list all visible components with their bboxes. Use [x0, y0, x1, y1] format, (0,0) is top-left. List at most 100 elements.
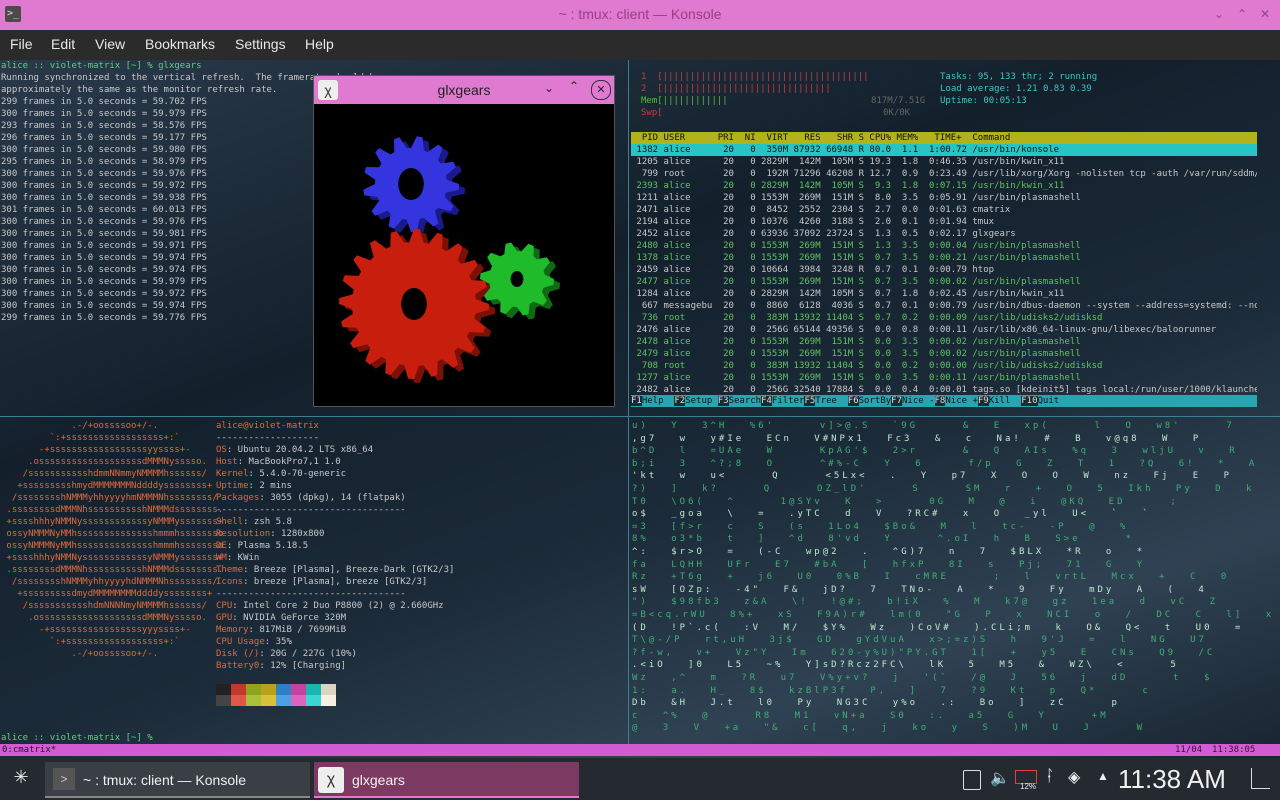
- task-label: glxgears: [352, 772, 405, 788]
- close-icon[interactable]: ✕: [591, 80, 611, 100]
- menu-edit[interactable]: Edit: [51, 36, 75, 52]
- pane-divider[interactable]: [0, 416, 628, 417]
- menu-view[interactable]: View: [95, 36, 125, 52]
- bluetooth-icon[interactable]: ᛛ: [1045, 768, 1055, 786]
- process-row[interactable]: 2452 alice 20 0 63936 37092 23724 S 1.3 …: [631, 228, 1257, 240]
- fkey-f8[interactable]: F8: [934, 396, 946, 406]
- terminal-area[interactable]: alice :: violet-matrix [~] % glxgears Ru…: [0, 60, 1280, 758]
- process-row[interactable]: 2471 alice 20 0 8452 2552 2304 S 2.7 0.0…: [631, 204, 1257, 216]
- minimize-icon[interactable]: ⌄: [1210, 5, 1228, 23]
- fkey-f1[interactable]: F1: [631, 396, 642, 406]
- neofetch-separator: -------------------: [216, 433, 319, 443]
- process-row[interactable]: 799 root 20 0 192M 71296 46208 R 12.7 0.…: [631, 168, 1257, 180]
- process-row[interactable]: 2480 alice 20 0 1553M 269M 151M S 1.3 3.…: [631, 240, 1257, 252]
- fkey-f2[interactable]: F2: [674, 396, 686, 406]
- x11-icon: χ: [318, 767, 344, 793]
- matrix-line: ?f-w, v+ Vz"Y Im 620-y%U)"PY.GT 1[ + y5 …: [632, 647, 1216, 658]
- process-row[interactable]: 667 messagebu 20 0 8860 6128 4036 S 0.7 …: [631, 300, 1257, 312]
- matrix-line: u) Y 3^H %6' v]>@.S `9G & E xp( l O w8' …: [632, 421, 1235, 431]
- matrix-line: ,g7 w y#Ie ECn V#NPx1 Fc3 & c Na! # B v@…: [632, 433, 1202, 444]
- process-table-header[interactable]: PID USER PRI NI VIRT RES SHR S CPU% MEM%…: [631, 132, 1257, 144]
- fkey-f3[interactable]: F3: [717, 396, 729, 406]
- process-row[interactable]: 2194 alice 20 0 10376 4260 3188 S 2.0 0.…: [631, 216, 1257, 228]
- logo-line: +sssssssssdmydMMMMMMMMddddyssssssss+: [1, 589, 213, 599]
- process-row[interactable]: 2478 alice 20 0 1553M 269M 151M S 0.0 3.…: [631, 336, 1257, 348]
- process-row[interactable]: 1205 alice 20 0 2829M 142M 105M S 19.3 1…: [631, 156, 1257, 168]
- fkey-f9[interactable]: F9: [977, 396, 989, 406]
- close-icon[interactable]: ✕: [1256, 5, 1274, 23]
- maximize-icon[interactable]: ⌃: [569, 79, 579, 93]
- process-row[interactable]: 2393 alice 20 0 2829M 142M 105M S 9.3 1.…: [631, 180, 1257, 192]
- pane-divider[interactable]: [628, 60, 629, 744]
- info-value: : 2 mins: [248, 481, 292, 491]
- task-konsole[interactable]: > ~ : tmux: client — Konsole: [45, 762, 310, 798]
- taskbar: ✳ > ~ : tmux: client — Konsole χ glxgear…: [0, 758, 1280, 800]
- fps-line: 295 frames in 5.0 seconds = 58.979 FPS: [1, 157, 207, 167]
- palette-swatch: [276, 695, 291, 706]
- htop-function-keys[interactable]: F1Help F2Setup F3SearchF4FilterF5Tree F6…: [631, 395, 1257, 407]
- logo-line: `:+ssssssssssssssssss+:`: [1, 433, 180, 443]
- process-row[interactable]: 2459 alice 20 0 10664 3984 3248 R 0.7 0.…: [631, 264, 1257, 276]
- process-row[interactable]: 2476 alice 20 0 256G 65144 49356 S 0.0 0…: [631, 324, 1257, 336]
- matrix-line: o$ _goa \ = .yTC d V ?RC# x O _yl U< ` `: [632, 509, 1151, 520]
- volume-icon[interactable]: 🔈: [990, 768, 1010, 788]
- glxgears-window[interactable]: χ glxgears ⌄ ⌃ ✕: [313, 75, 615, 407]
- menu-file[interactable]: File: [10, 36, 33, 52]
- info-row: GPU: NVIDIA GeForce 320M: [216, 612, 346, 624]
- fkey-f5[interactable]: F5: [804, 396, 816, 406]
- menu-bookmarks[interactable]: Bookmarks: [145, 36, 215, 52]
- neofetch-prompt[interactable]: alice :: violet-matrix [~] %: [1, 732, 153, 744]
- palette-swatch: [216, 695, 231, 706]
- matrix-line: Db &H J.t l0 Py NG3C y%o .: Bo ] zC p: [632, 698, 1120, 709]
- pane-divider[interactable]: [629, 416, 1280, 417]
- maximize-icon[interactable]: ⌃: [1233, 5, 1251, 23]
- fkey-f4[interactable]: F4: [761, 396, 772, 406]
- process-row[interactable]: 708 root 20 0 383M 13932 11404 S 0.0 0.2…: [631, 360, 1257, 372]
- menu-help[interactable]: Help: [305, 36, 334, 52]
- cmatrix-pane[interactable]: u) Y 3^H %6' v]>@.S `9G & E xp( l O w8' …: [632, 420, 1278, 744]
- matrix-line: c ^% @ R8 M1 vN+a S0 :. a5 G Y +M: [632, 710, 1109, 721]
- process-row[interactable]: 1378 alice 20 0 1553M 269M 151M S 0.7 3.…: [631, 252, 1257, 264]
- info-value: : Intel Core 2 Duo P8800 (2) @ 2.660GHz: [232, 601, 444, 611]
- fps-line: 300 frames in 5.0 seconds = 59.938 FPS: [1, 193, 207, 203]
- process-row[interactable]: 1382 alice 20 0 350M 87932 66948 R 80.0 …: [631, 144, 1257, 156]
- fkey-f10[interactable]: F10: [1021, 396, 1038, 406]
- palette-swatch: [321, 684, 336, 695]
- tray-expand-icon[interactable]: ▲: [1097, 769, 1109, 783]
- process-row[interactable]: 736 root 20 0 383M 13932 11404 S 0.7 0.2…: [631, 312, 1257, 324]
- info-value: : zsh 5.8: [243, 517, 292, 527]
- minimize-icon[interactable]: ⌄: [544, 81, 554, 95]
- fps-line: 300 frames in 5.0 seconds = 59.974 FPS: [1, 265, 207, 275]
- process-row[interactable]: 1211 alice 20 0 1553M 269M 151M S 8.0 3.…: [631, 192, 1257, 204]
- process-row[interactable]: 2479 alice 20 0 1553M 269M 151M S 0.0 3.…: [631, 348, 1257, 360]
- process-row[interactable]: 2477 alice 20 0 1553M 269M 151M S 0.7 3.…: [631, 276, 1257, 288]
- neofetch-separator: -----------------------------------: [216, 505, 406, 515]
- info-row: WM: KWin: [216, 552, 259, 564]
- process-row[interactable]: 1284 alice 20 0 2829M 142M 105M S 0.7 1.…: [631, 288, 1257, 300]
- fps-line: 300 frames in 5.0 seconds = 59.976 FPS: [1, 169, 207, 179]
- clipboard-icon[interactable]: [963, 770, 981, 790]
- window-titlebar[interactable]: >_ ~ : tmux: client — Konsole ⌄ ⌃ ✕: [0, 0, 1280, 30]
- palette-swatch: [231, 695, 246, 706]
- fkey-f7[interactable]: F7: [891, 396, 902, 406]
- process-row[interactable]: 1277 alice 20 0 1553M 269M 151M S 0.0 3.…: [631, 372, 1257, 384]
- show-desktop-icon[interactable]: [1251, 768, 1270, 789]
- glxgears-titlebar[interactable]: χ glxgears ⌄ ⌃ ✕: [314, 76, 614, 104]
- tmux-window[interactable]: 0:cmatrix*: [2, 744, 56, 756]
- logo-line: +sssshhhyNMMNyssssssssssssyNMMMysssssss+: [1, 517, 224, 527]
- info-key: Packages: [216, 493, 260, 503]
- wifi-icon[interactable]: ◈: [1068, 767, 1080, 787]
- task-glxgears[interactable]: χ glxgears: [314, 762, 579, 798]
- logo-line: +ssssssssshmydMMMMMMMNddddyssssssss+: [1, 481, 213, 491]
- neofetch-pane[interactable]: .-/+oossssoo+/-. `:+ssssssssssssssssss+:…: [0, 418, 628, 744]
- app-launcher-icon[interactable]: ✳: [8, 767, 34, 791]
- info-key: GPU: [216, 613, 233, 623]
- fkey-f6[interactable]: F6: [847, 396, 859, 406]
- clock[interactable]: 11:38 AM: [1118, 764, 1226, 795]
- fkey-label: Setup: [685, 396, 718, 406]
- menu-settings[interactable]: Settings: [235, 36, 286, 52]
- logo-line: /sssssssshNMMMyhhyyyyhmNMMMNhssssssss/: [1, 493, 218, 503]
- palette-swatch: [321, 695, 336, 706]
- htop-pane[interactable]: 1 [|||||||||||||||||||||||||||||||||||||…: [630, 60, 1280, 416]
- fkey-label: Nice +: [945, 396, 978, 406]
